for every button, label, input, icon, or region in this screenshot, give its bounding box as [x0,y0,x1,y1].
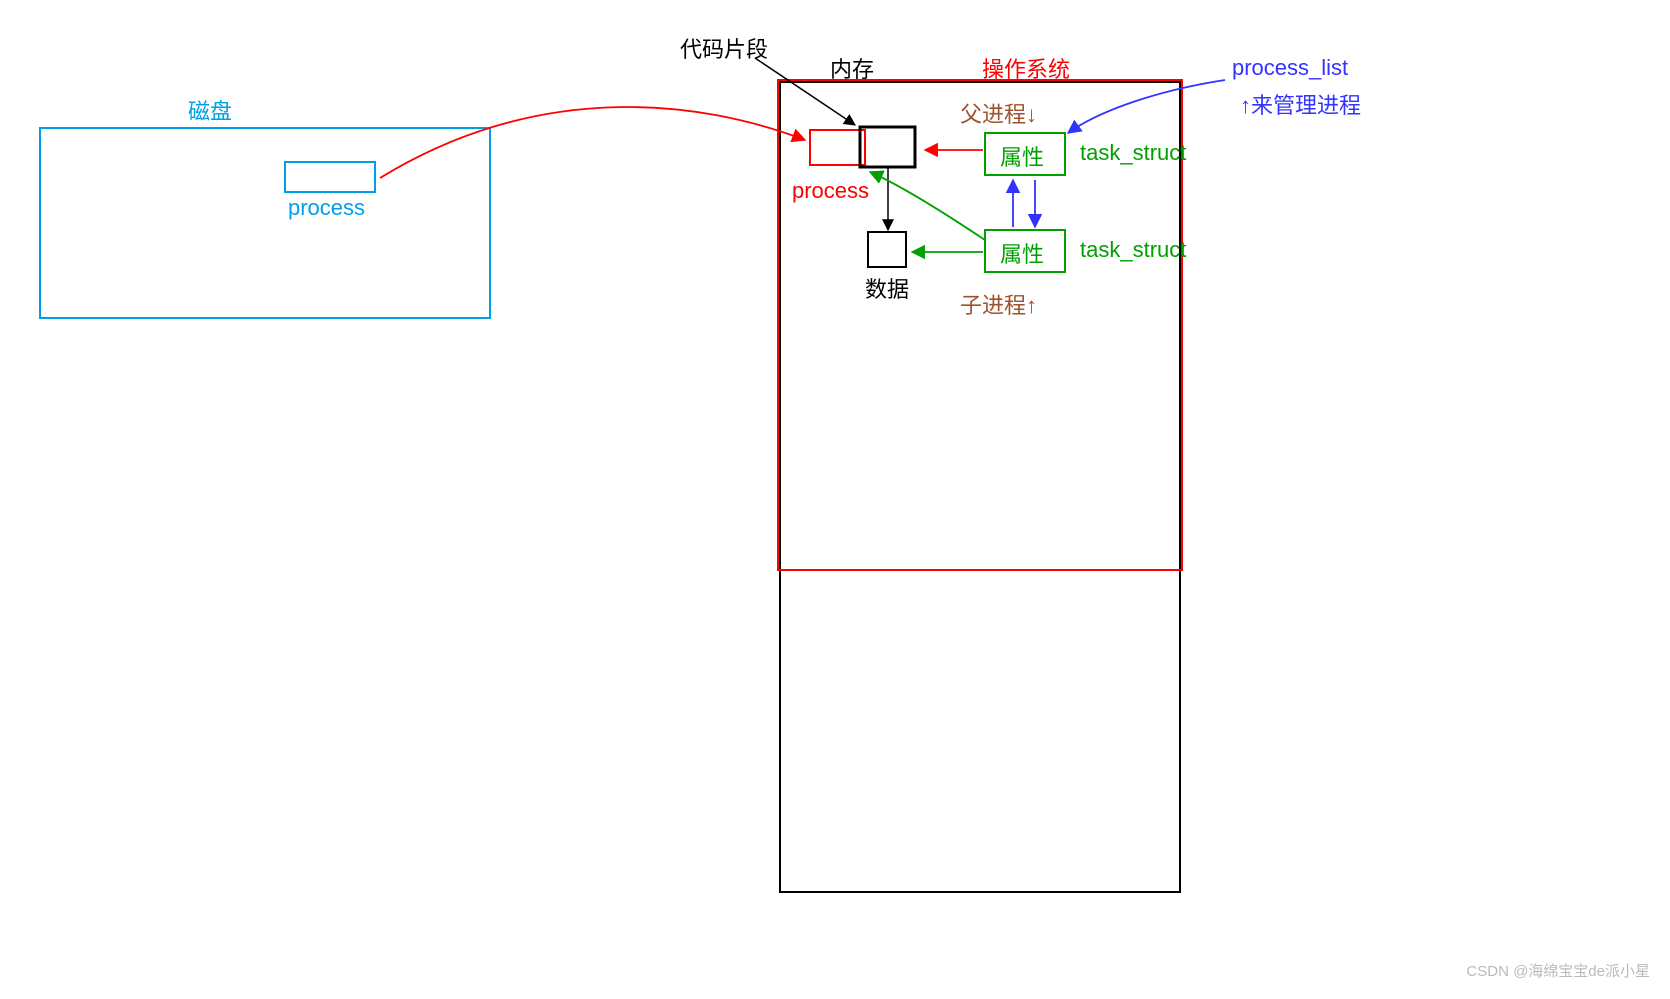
arrow-disk-to-mem [380,107,805,178]
watermark: CSDN @海绵宝宝de派小星 [1466,960,1650,981]
code-fragment-label: 代码片段 [680,32,768,64]
disk-title: 磁盘 [188,94,232,126]
os-title: 操作系统 [982,52,1070,84]
data-label: 数据 [865,272,909,304]
data-box [868,232,906,267]
attribute-bottom-text: 属性 [1000,237,1044,269]
process-list-note: ↑来管理进程 [1240,88,1361,120]
disk-box [40,128,490,318]
diagram-canvas [0,0,1670,999]
child-process-label: 子进程↑ [960,288,1037,320]
arrow-attr2-to-code [870,172,985,240]
parent-process-label: 父进程↓ [960,97,1037,129]
process-list-label: process_list [1232,55,1348,81]
attribute-top-text: 属性 [1000,140,1044,172]
task-struct-bottom: task_struct [1080,237,1186,263]
disk-process-label: process [288,195,365,221]
arrow-processlist [1068,80,1225,133]
process-red-label: process [792,178,869,204]
task-struct-top: task_struct [1080,140,1186,166]
process-red-box [810,130,865,165]
memory-title: 内存 [830,52,874,84]
disk-process-box [285,162,375,192]
process-black-box [860,127,915,167]
